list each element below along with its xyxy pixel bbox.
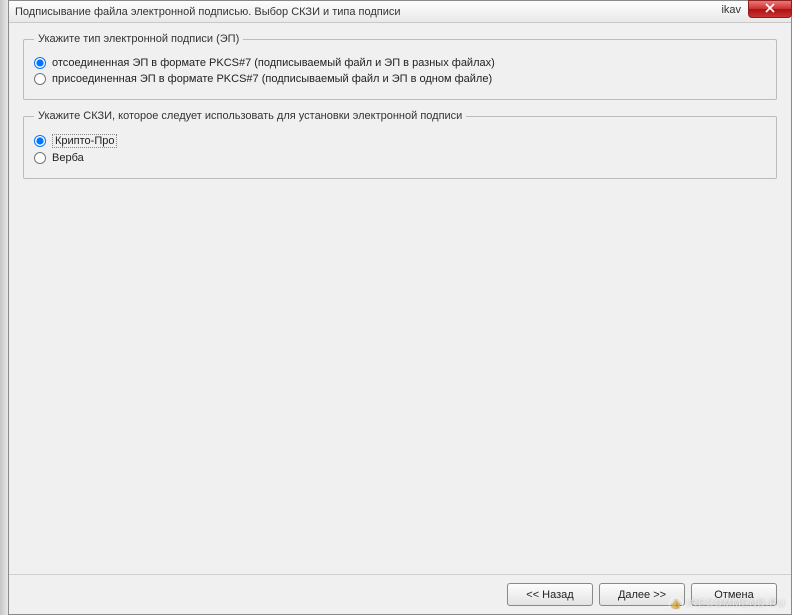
radio-row-detached[interactable]: отсоединенная ЭП в формате PKCS#7 (подпи… [34,57,766,69]
cancel-button[interactable]: Отмена [691,583,777,606]
radio-cryptopro-label: Крипто-Про [52,134,117,148]
radio-cryptopro[interactable] [34,135,46,147]
radio-row-verba[interactable]: Верба [34,152,766,164]
button-bar: << Назад Далее >> Отмена [9,574,791,614]
dialog-window: Подписывание файла электронной подписью.… [8,0,792,615]
window-title: Подписывание файла электронной подписью.… [15,6,785,18]
group-skzi-legend: Укажите СКЗИ, которое следует использова… [34,110,466,122]
radio-row-cryptopro[interactable]: Крипто-Про [34,134,766,148]
back-button[interactable]: << Назад [507,583,593,606]
window-shadow [0,0,8,615]
radio-verba[interactable] [34,152,46,164]
group-signature-type: Укажите тип электронной подписи (ЭП) отс… [23,33,777,100]
next-button[interactable]: Далее >> [599,583,685,606]
close-button[interactable] [748,0,792,18]
radio-verba-label: Верба [52,152,84,164]
group-skzi: Укажите СКЗИ, которое следует использова… [23,110,777,179]
radio-attached-label: присоединенная ЭП в формате PKCS#7 (подп… [52,73,492,85]
radio-attached[interactable] [34,73,46,85]
radio-detached-label: отсоединенная ЭП в формате PKCS#7 (подпи… [52,57,495,69]
close-icon [765,3,775,16]
titlebar-right-label: ikav [721,4,741,16]
content-area: Укажите тип электронной подписи (ЭП) отс… [9,23,791,574]
radio-detached[interactable] [34,57,46,69]
group-signature-legend: Укажите тип электронной подписи (ЭП) [34,33,243,45]
radio-row-attached[interactable]: присоединенная ЭП в формате PKCS#7 (подп… [34,73,766,85]
titlebar: Подписывание файла электронной подписью.… [9,1,791,23]
